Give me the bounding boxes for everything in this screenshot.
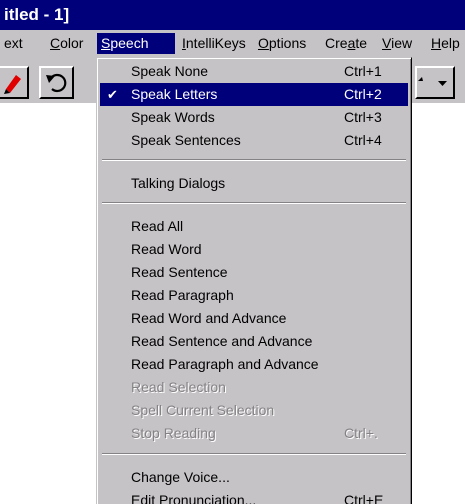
menu-item-read-paragraph-and-advance[interactable]: Read Paragraph and Advance	[100, 353, 408, 376]
menu-item-talking-dialogs[interactable]: Talking Dialogs	[100, 172, 408, 195]
menu-item-label: Read Word	[131, 241, 202, 257]
menu-item-read-sentence[interactable]: Read Sentence	[100, 261, 408, 284]
undo-button[interactable]	[39, 66, 74, 99]
menu-item-shortcut: Ctrl+E	[344, 492, 384, 504]
menu-label-part: te	[355, 35, 368, 51]
menu-item-read-selection: Read Selection	[100, 376, 408, 399]
menu-options[interactable]: Options	[254, 30, 316, 57]
menu-ext[interactable]: ext	[0, 30, 44, 57]
menu-item-label: Stop Reading	[131, 425, 216, 441]
title-bar[interactable]: itled - 1]	[0, 0, 465, 30]
menu-item-label: Read Paragraph and Advance	[131, 356, 319, 372]
menu-label-part: iew	[391, 35, 413, 51]
window-title: itled - 1]	[4, 5, 70, 24]
menu-label-part: ext	[4, 35, 23, 51]
menu-label-part: peech	[110, 35, 149, 51]
menu-color[interactable]: Color	[46, 30, 94, 57]
menu-label-part: O	[258, 35, 269, 51]
menu-item-stop-reading: Stop Reading Ctrl+.	[100, 422, 408, 445]
menu-item-label: Speak Letters	[131, 86, 218, 102]
menu-item-label: Change Voice...	[131, 469, 230, 485]
menu-item-label: Read All	[131, 218, 184, 234]
menu-item-label: Read Word and Advance	[131, 310, 287, 326]
menu-item-speak-letters[interactable]: ✔ Speak Letters Ctrl+2	[100, 83, 408, 106]
menu-item-edit-pronunciation[interactable]: Edit Pronunciation... Ctrl+E	[100, 489, 408, 504]
menu-item-label: Spell Current Selection	[131, 402, 275, 418]
menu-item-shortcut: Ctrl+1	[344, 63, 382, 79]
menu-intellikeys[interactable]: IntelliKeys	[178, 30, 250, 57]
pencil-tool-button[interactable]	[0, 66, 29, 99]
menu-item-change-voice[interactable]: Change Voice...	[100, 466, 408, 489]
menu-label-part: ptions	[268, 35, 307, 51]
menu-bar: ext Color Speech IntelliKeys Options Create Vi…	[0, 30, 465, 57]
menu-item-read-paragraph[interactable]: Read Paragraph	[100, 284, 408, 307]
menu-label-part: C	[50, 35, 61, 51]
speech-menu: Speak None Ctrl+1 ✔ Speak Letters Ctrl+2 Spea…	[96, 57, 412, 504]
menu-item-read-word[interactable]: Read Word	[100, 238, 408, 261]
menu-item-read-sentence-and-advance[interactable]: Read Sentence and Advance	[100, 330, 408, 353]
menu-item-shortcut: Ctrl+2	[344, 86, 382, 102]
menu-item-speak-sentences[interactable]: Speak Sentences Ctrl+4	[100, 129, 408, 152]
menu-label-part: ntelliKeys	[185, 35, 246, 51]
menu-item-shortcut: Ctrl+4	[344, 132, 382, 148]
menu-item-label: Read Sentence	[131, 264, 228, 280]
menu-label-part: elp	[441, 35, 460, 51]
style-dropdown-button[interactable]	[415, 66, 455, 99]
menu-item-spell-current-selection: Spell Current Selection	[100, 399, 408, 422]
menu-separator	[102, 159, 406, 161]
menu-view[interactable]: View	[378, 30, 418, 57]
menu-item-speak-none[interactable]: Speak None Ctrl+1	[100, 60, 408, 83]
menu-create[interactable]: Create	[321, 30, 371, 57]
menu-item-label: Read Sentence and Advance	[131, 333, 313, 349]
menu-item-label: Talking Dialogs	[131, 175, 226, 191]
menu-item-shortcut: Ctrl+.	[344, 425, 378, 441]
menu-separator	[102, 453, 406, 455]
menu-item-speak-words[interactable]: Speak Words Ctrl+3	[100, 106, 408, 129]
menu-item-shortcut: Ctrl+3	[344, 109, 382, 125]
menu-label-part: olor	[60, 35, 84, 51]
app-window: itled - 1] ext Color Speech IntelliKeys Opti…	[0, 0, 465, 504]
menu-speech[interactable]: Speech	[97, 33, 175, 54]
menu-item-label: Speak Words	[131, 109, 215, 125]
menu-help[interactable]: Help	[427, 30, 465, 57]
menu-item-read-word-and-advance[interactable]: Read Word and Advance	[100, 307, 408, 330]
pencil-icon	[4, 75, 21, 94]
menu-item-label: Speak None	[131, 63, 209, 79]
checkmark-icon: ✔	[107, 87, 118, 102]
menu-label-part: Cre	[325, 35, 348, 51]
menu-item-label: Edit Pronunciation...	[131, 492, 257, 504]
undo-icon	[46, 73, 67, 93]
menu-separator	[102, 202, 406, 204]
menu-label-part: H	[431, 35, 442, 51]
menu-item-label: Speak Sentences	[131, 132, 241, 148]
menu-label-part: V	[382, 35, 392, 51]
dropdown-arrow-icon	[418, 77, 447, 86]
menu-item-label: Read Selection	[131, 379, 226, 395]
menu-item-label: Read Paragraph	[131, 287, 234, 303]
menu-item-read-all[interactable]: Read All	[100, 215, 408, 238]
menu-label-part: S	[101, 35, 111, 51]
